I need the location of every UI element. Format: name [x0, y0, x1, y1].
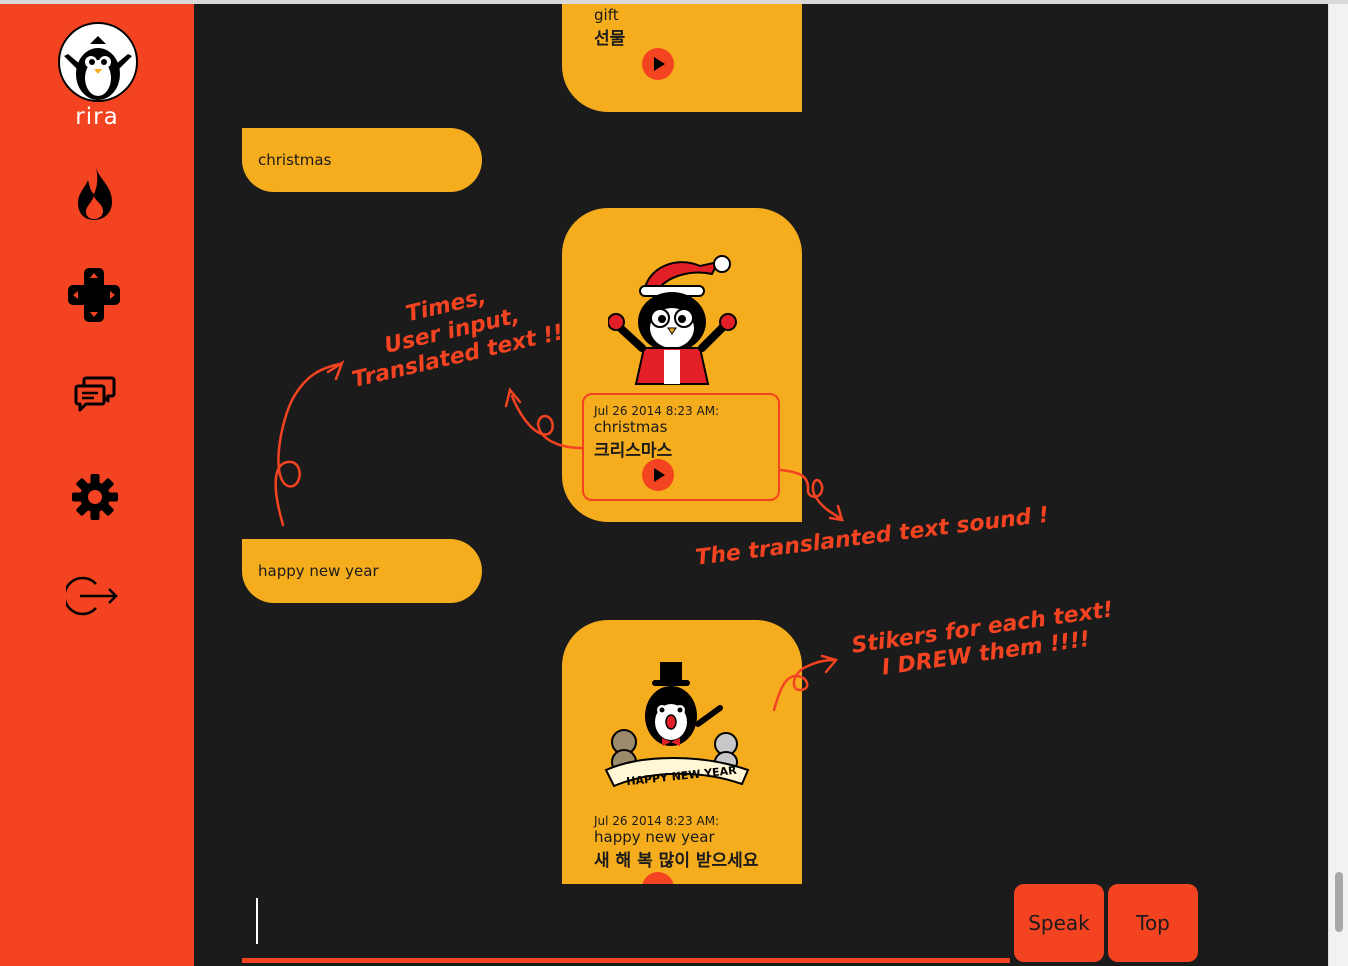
- top-button[interactable]: Top: [1108, 884, 1198, 962]
- message-input-caret[interactable]: [256, 898, 258, 944]
- speak-button[interactable]: Speak: [1014, 884, 1104, 962]
- annotation-arrows: [274, 359, 844, 712]
- message-input[interactable]: [242, 958, 1010, 963]
- scrollbar-thumb[interactable]: [1335, 872, 1343, 932]
- scrollbar[interactable]: [1328, 4, 1348, 966]
